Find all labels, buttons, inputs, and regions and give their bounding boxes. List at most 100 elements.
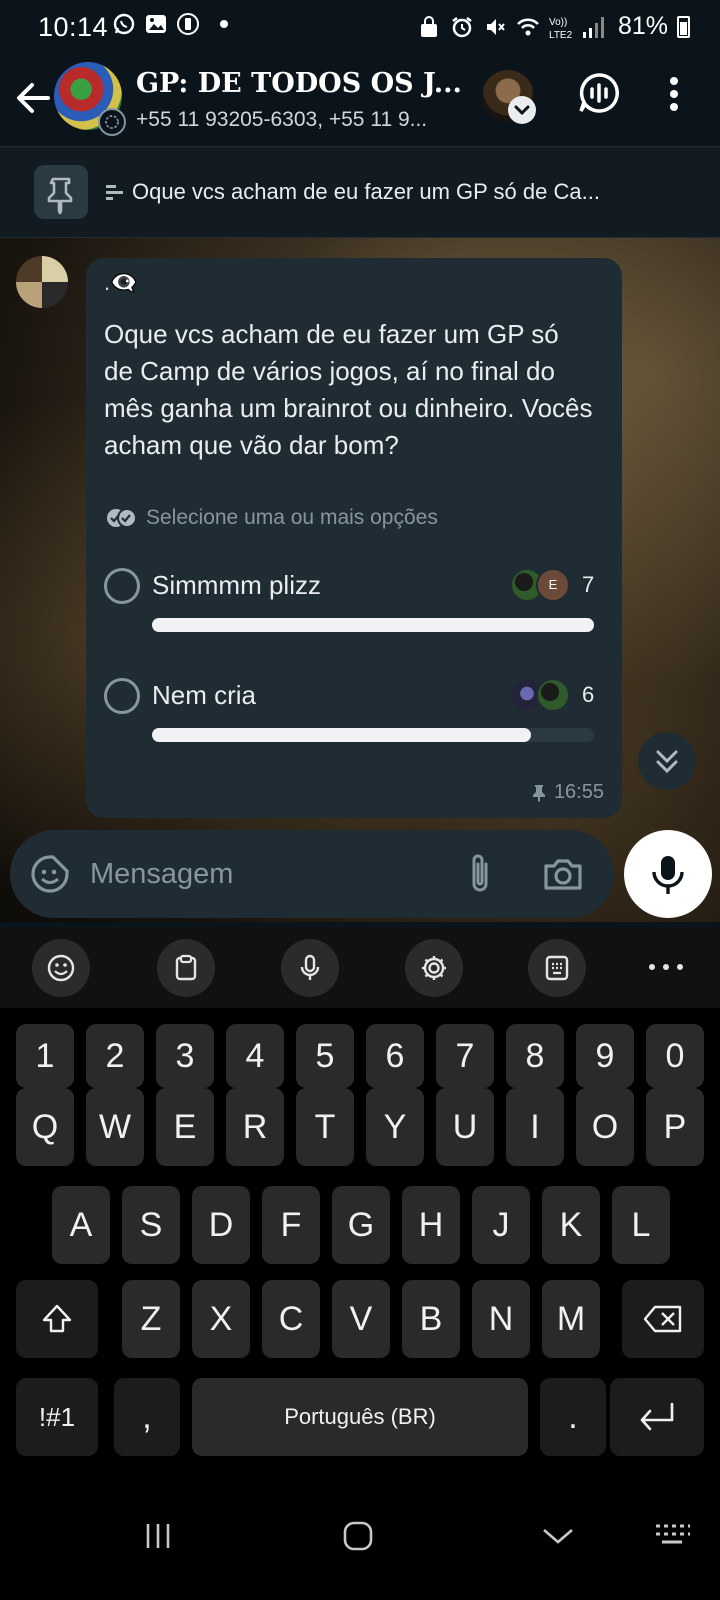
battery-percent: 81% [617, 12, 668, 40]
key-0[interactable]: 0 [646, 1024, 704, 1088]
poll-option-bar [152, 728, 594, 742]
attach-icon[interactable] [462, 852, 498, 896]
group-participants[interactable]: +55 11 93205-6303, +55 11 9... [136, 108, 466, 132]
key-3[interactable]: 3 [156, 1024, 214, 1088]
key-d[interactable]: D [192, 1186, 250, 1264]
key-c[interactable]: C [262, 1280, 320, 1358]
key-x[interactable]: X [192, 1280, 250, 1358]
enter-key[interactable] [610, 1378, 704, 1456]
enter-icon [640, 1402, 674, 1431]
poll-option-radio[interactable] [104, 568, 140, 604]
poll-option-2[interactable]: Nem cria 6 [104, 668, 604, 758]
pin-button[interactable] [34, 165, 88, 219]
key-u[interactable]: U [436, 1088, 494, 1166]
space-key[interactable]: Português (BR) [192, 1378, 528, 1456]
message-input[interactable] [90, 852, 430, 896]
voter-avatar [536, 678, 570, 712]
key-4[interactable]: 4 [226, 1024, 284, 1088]
key-a[interactable]: A [52, 1186, 110, 1264]
back-chevron-icon[interactable] [540, 1518, 576, 1554]
key-9[interactable]: 9 [576, 1024, 634, 1088]
key-p[interactable]: P [646, 1088, 704, 1166]
key-y[interactable]: Y [366, 1088, 424, 1166]
sender-name[interactable]: .👁‍🗨 [104, 270, 138, 296]
poll-option-label: Nem cria [152, 680, 257, 710]
keyboard: 1234567890 QWERTYUIOP ASDFGHJKL ZXCVBNM … [0, 1008, 720, 1496]
recent-apps-icon[interactable] [140, 1518, 176, 1554]
key-k[interactable]: K [542, 1186, 600, 1264]
camera-icon[interactable] [542, 854, 584, 894]
key-w[interactable]: W [86, 1088, 144, 1166]
keyboard-switch-icon[interactable] [652, 1520, 692, 1552]
key-1[interactable]: 1 [16, 1024, 74, 1088]
scroll-to-bottom-button[interactable] [638, 732, 696, 790]
sender-avatar[interactable] [16, 256, 68, 308]
key-2[interactable]: 2 [86, 1024, 144, 1088]
symbols-key[interactable]: !#1 [16, 1378, 98, 1456]
poll-option-1[interactable]: Simmmm plizz E 7 [104, 558, 604, 648]
keyboard-settings-button[interactable] [405, 939, 463, 997]
key-h[interactable]: H [402, 1186, 460, 1264]
poll-option-radio[interactable] [104, 678, 140, 714]
double-check-icon [107, 508, 137, 528]
key-g[interactable]: G [332, 1186, 390, 1264]
backspace-icon [643, 1305, 682, 1333]
key-f[interactable]: F [262, 1186, 320, 1264]
voice-record-button[interactable] [624, 830, 712, 918]
key-r[interactable]: R [226, 1088, 284, 1166]
key-s[interactable]: S [122, 1186, 180, 1264]
key-q[interactable]: Q [16, 1088, 74, 1166]
chat-area[interactable]: .👁‍🗨 Oque vcs acham de eu fazer um GP só… [0, 238, 720, 922]
poll-message-bubble[interactable]: .👁‍🗨 Oque vcs acham de eu fazer um GP só… [86, 258, 622, 818]
key-i[interactable]: I [506, 1088, 564, 1166]
key-8[interactable]: 8 [506, 1024, 564, 1088]
key-n[interactable]: N [472, 1280, 530, 1358]
key-m[interactable]: M [542, 1280, 600, 1358]
keyboard-layout-button[interactable] [528, 939, 586, 997]
status-ring-icon [98, 108, 126, 136]
poll-option-label: Simmmm plizz [152, 570, 321, 600]
keyboard-emoji-button[interactable] [32, 939, 90, 997]
key-6[interactable]: 6 [366, 1024, 424, 1088]
pinned-message-text: Oque vcs acham de eu fazer um GP só de C… [132, 179, 600, 204]
group-title[interactable]: GP: DE TODOS OS J... [136, 68, 466, 99]
more-options-icon[interactable] [668, 76, 680, 112]
sticker-icon[interactable] [30, 854, 70, 894]
key-j[interactable]: J [472, 1186, 530, 1264]
key-e[interactable]: E [156, 1088, 214, 1166]
keyboard-voice-button[interactable] [281, 939, 339, 997]
key-l[interactable]: L [612, 1186, 670, 1264]
voter-avatars[interactable] [510, 678, 574, 714]
pinned-message-bar[interactable]: Oque vcs acham de eu fazer um GP só de C… [0, 146, 720, 238]
microphone-icon [300, 954, 320, 980]
battery-saver-icon [177, 13, 199, 35]
poll-option-count: 7 [582, 572, 595, 597]
poll-hint: Selecione uma ou mais opções [106, 506, 438, 530]
keyboard-clipboard-button[interactable] [157, 939, 215, 997]
chevron-down-icon[interactable] [508, 96, 536, 124]
key-o[interactable]: O [576, 1088, 634, 1166]
pin-icon [47, 177, 73, 215]
shift-key[interactable] [16, 1280, 98, 1358]
home-icon[interactable] [340, 1518, 376, 1554]
poll-hint-text: Selecione uma ou mais opções [146, 506, 438, 529]
comma-key[interactable]: , [114, 1378, 180, 1456]
pin-icon [532, 784, 545, 802]
more-options-icon[interactable] [646, 962, 686, 972]
message-meta: 16:55 [532, 781, 604, 804]
voice-chat-icon[interactable] [578, 72, 620, 114]
key-5[interactable]: 5 [296, 1024, 354, 1088]
key-b[interactable]: B [402, 1280, 460, 1358]
status-bar: 10:14 Vo)) LTE2 81% [0, 0, 720, 52]
status-time: 10:14 [38, 12, 109, 42]
period-key[interactable]: . [540, 1378, 606, 1456]
key-t[interactable]: T [296, 1088, 354, 1166]
key-v[interactable]: V [332, 1280, 390, 1358]
key-z[interactable]: Z [122, 1280, 180, 1358]
back-arrow-icon[interactable] [14, 76, 52, 120]
voter-avatar: E [536, 568, 570, 602]
key-7[interactable]: 7 [436, 1024, 494, 1088]
clipboard-icon [175, 954, 197, 981]
backspace-key[interactable] [622, 1280, 704, 1358]
voter-avatars[interactable]: E [510, 568, 574, 604]
